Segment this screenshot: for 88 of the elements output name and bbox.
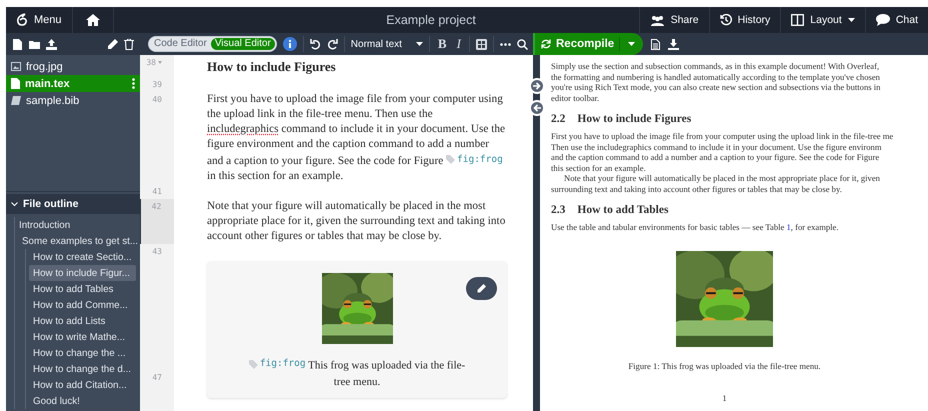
more-icon[interactable] [500,42,511,46]
caret-icon [416,42,423,46]
pdf-text-line: First you have to upload the image file from your computer using the upload link in the file-tree me [551,131,894,142]
figure-caption: Figure 1: This frog was uploaded via the file-tree menu. [628,360,821,371]
pdf-text-line: and the caption command to add a number and a caption to your figure. See the code for Figure [551,152,880,162]
people-icon [650,14,665,26]
pdf-text-line: this section for an example. [551,162,646,173]
line-number: 47 [152,372,162,384]
pdf-text-line: surrounding text and taking into account other figures or tables that may be close by. [551,184,842,194]
download-icon[interactable] [668,38,680,50]
file-tree-item[interactable]: frog.jpg [6,58,140,75]
outline-item[interactable]: Good luck! [29,393,136,409]
outline-item[interactable]: How to write Mathe... [29,329,136,345]
undo-icon[interactable] [310,38,321,50]
file-tree-item[interactable]: sample.bib [6,92,140,109]
right-arrow-icon [533,82,541,90]
fold-caret-icon [158,61,162,64]
left-arrow-icon [533,104,541,112]
edit-button[interactable] [466,277,497,300]
line-number: 38 [146,57,156,69]
image-file-icon [11,62,21,71]
upload-icon[interactable] [46,38,57,50]
page-number: 1 [722,393,727,403]
outline-item[interactable]: How to add Citation... [29,377,136,393]
outline-item[interactable]: Introduction [15,217,136,233]
refresh-icon [541,39,551,49]
table-icon[interactable] [476,38,487,50]
info-icon[interactable] [282,37,297,51]
section-heading: How to include Figures [577,113,692,125]
home-icon[interactable] [86,14,100,26]
caret-icon [628,42,636,46]
leaf-logo-icon [16,13,28,27]
pdf-text-line: the formatting and numbering is handled automatically according to the template you've chosen [551,72,880,82]
pdf-text-line: you're using Rich Text mode, you can also create new section and subsections via the buttons in [551,82,880,92]
history-icon [720,14,732,26]
pdf-text-line: Simply use the section and subsection commands, as in this example document! With Overleaf, [551,61,880,72]
outline-item[interactable]: Some examples to get st... [15,233,136,249]
pencil-icon [477,284,486,293]
outline-item[interactable]: How to change the d... [29,361,136,377]
document-icon[interactable] [651,38,660,50]
paragraph: Note that your figure will automatically be placed in the most appropriate place for it, given the surrounding text and taking into account other figures or tables that may be close by. [207,199,506,244]
line-number: 39 [152,79,162,91]
file-icon [11,78,20,89]
speech-bubble-icon [876,14,890,26]
kebab-menu-icon[interactable] [132,78,135,89]
outline-item[interactable]: How to add Lists [29,313,136,329]
tag-icon [446,155,456,164]
outline-item[interactable]: How to add Comme... [29,297,136,313]
section-heading: How to add Tables [577,204,668,216]
figure-caption: fig:frog This frog was uploaded via the file-tree menu. [247,356,467,390]
section-number: 2.3 [551,204,566,216]
line-number: 40 [152,94,162,106]
line-number: 43 [152,246,162,258]
outline-header[interactable]: File outline [6,194,140,214]
redo-icon[interactable] [326,38,338,50]
bold-button[interactable]: B [436,36,449,52]
outline-item[interactable]: How to include Figur... [29,265,136,281]
line-number: 42 [152,201,162,213]
pdf-text-line: Then use the includegraphics command to include it in your document. Use the figure environm [551,142,882,152]
editor-mode-toggle[interactable]: Visual Editor [210,38,275,50]
folder-icon[interactable] [29,38,40,50]
outline-item[interactable]: How to add Tables [29,281,136,297]
project-title: Example project [385,13,477,27]
new-file-icon[interactable] [12,38,23,50]
reference-link[interactable]: fig:frog [446,152,503,167]
file-tree-item[interactable]: main.tex [6,75,140,92]
editor-mode-toggle[interactable]: Code Editor [150,38,211,50]
trash-icon[interactable] [124,38,134,50]
tag-icon [248,360,258,368]
book-icon [11,96,21,105]
caret-icon [848,18,855,22]
paragraph: First you have to upload the image file from your computer using the upload link in the file-tree menu. Then use the includegraphics command to include it in your document. Use the figure environment and the caption command to add a number and a caption to your figure. See the code for Figure fig:frog in this section for an example. [207,92,506,184]
columns-icon [791,14,804,26]
outline-item[interactable]: How to change the ... [29,345,136,361]
italic-button[interactable]: I [454,36,463,52]
recompile-button[interactable]: Recompile [535,33,644,55]
chevron-icon [11,202,18,206]
section-heading: How to include Figures [207,58,337,76]
outline-item[interactable]: How to create Sectio... [29,249,136,265]
pdf-text-line: Use the table and tabular environments for basic tables — see Table 1, for example. [551,222,840,232]
line-number: 41 [152,186,162,198]
search-icon[interactable] [516,38,528,50]
pencil-icon[interactable] [107,38,118,50]
pdf-text-line: editor toolbar. [551,92,600,103]
pdf-text-line: Note that your figure will automatically be placed in the most appropriate place for it, given [563,173,880,184]
text-style-dropdown[interactable]: Normal text [350,38,423,50]
section-number: 2.2 [551,113,566,125]
table-link[interactable]: 1 [786,222,791,232]
